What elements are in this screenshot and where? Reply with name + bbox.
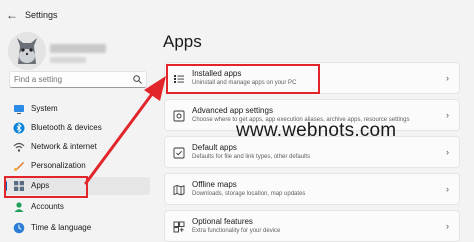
annotation-arrow bbox=[84, 76, 166, 185]
